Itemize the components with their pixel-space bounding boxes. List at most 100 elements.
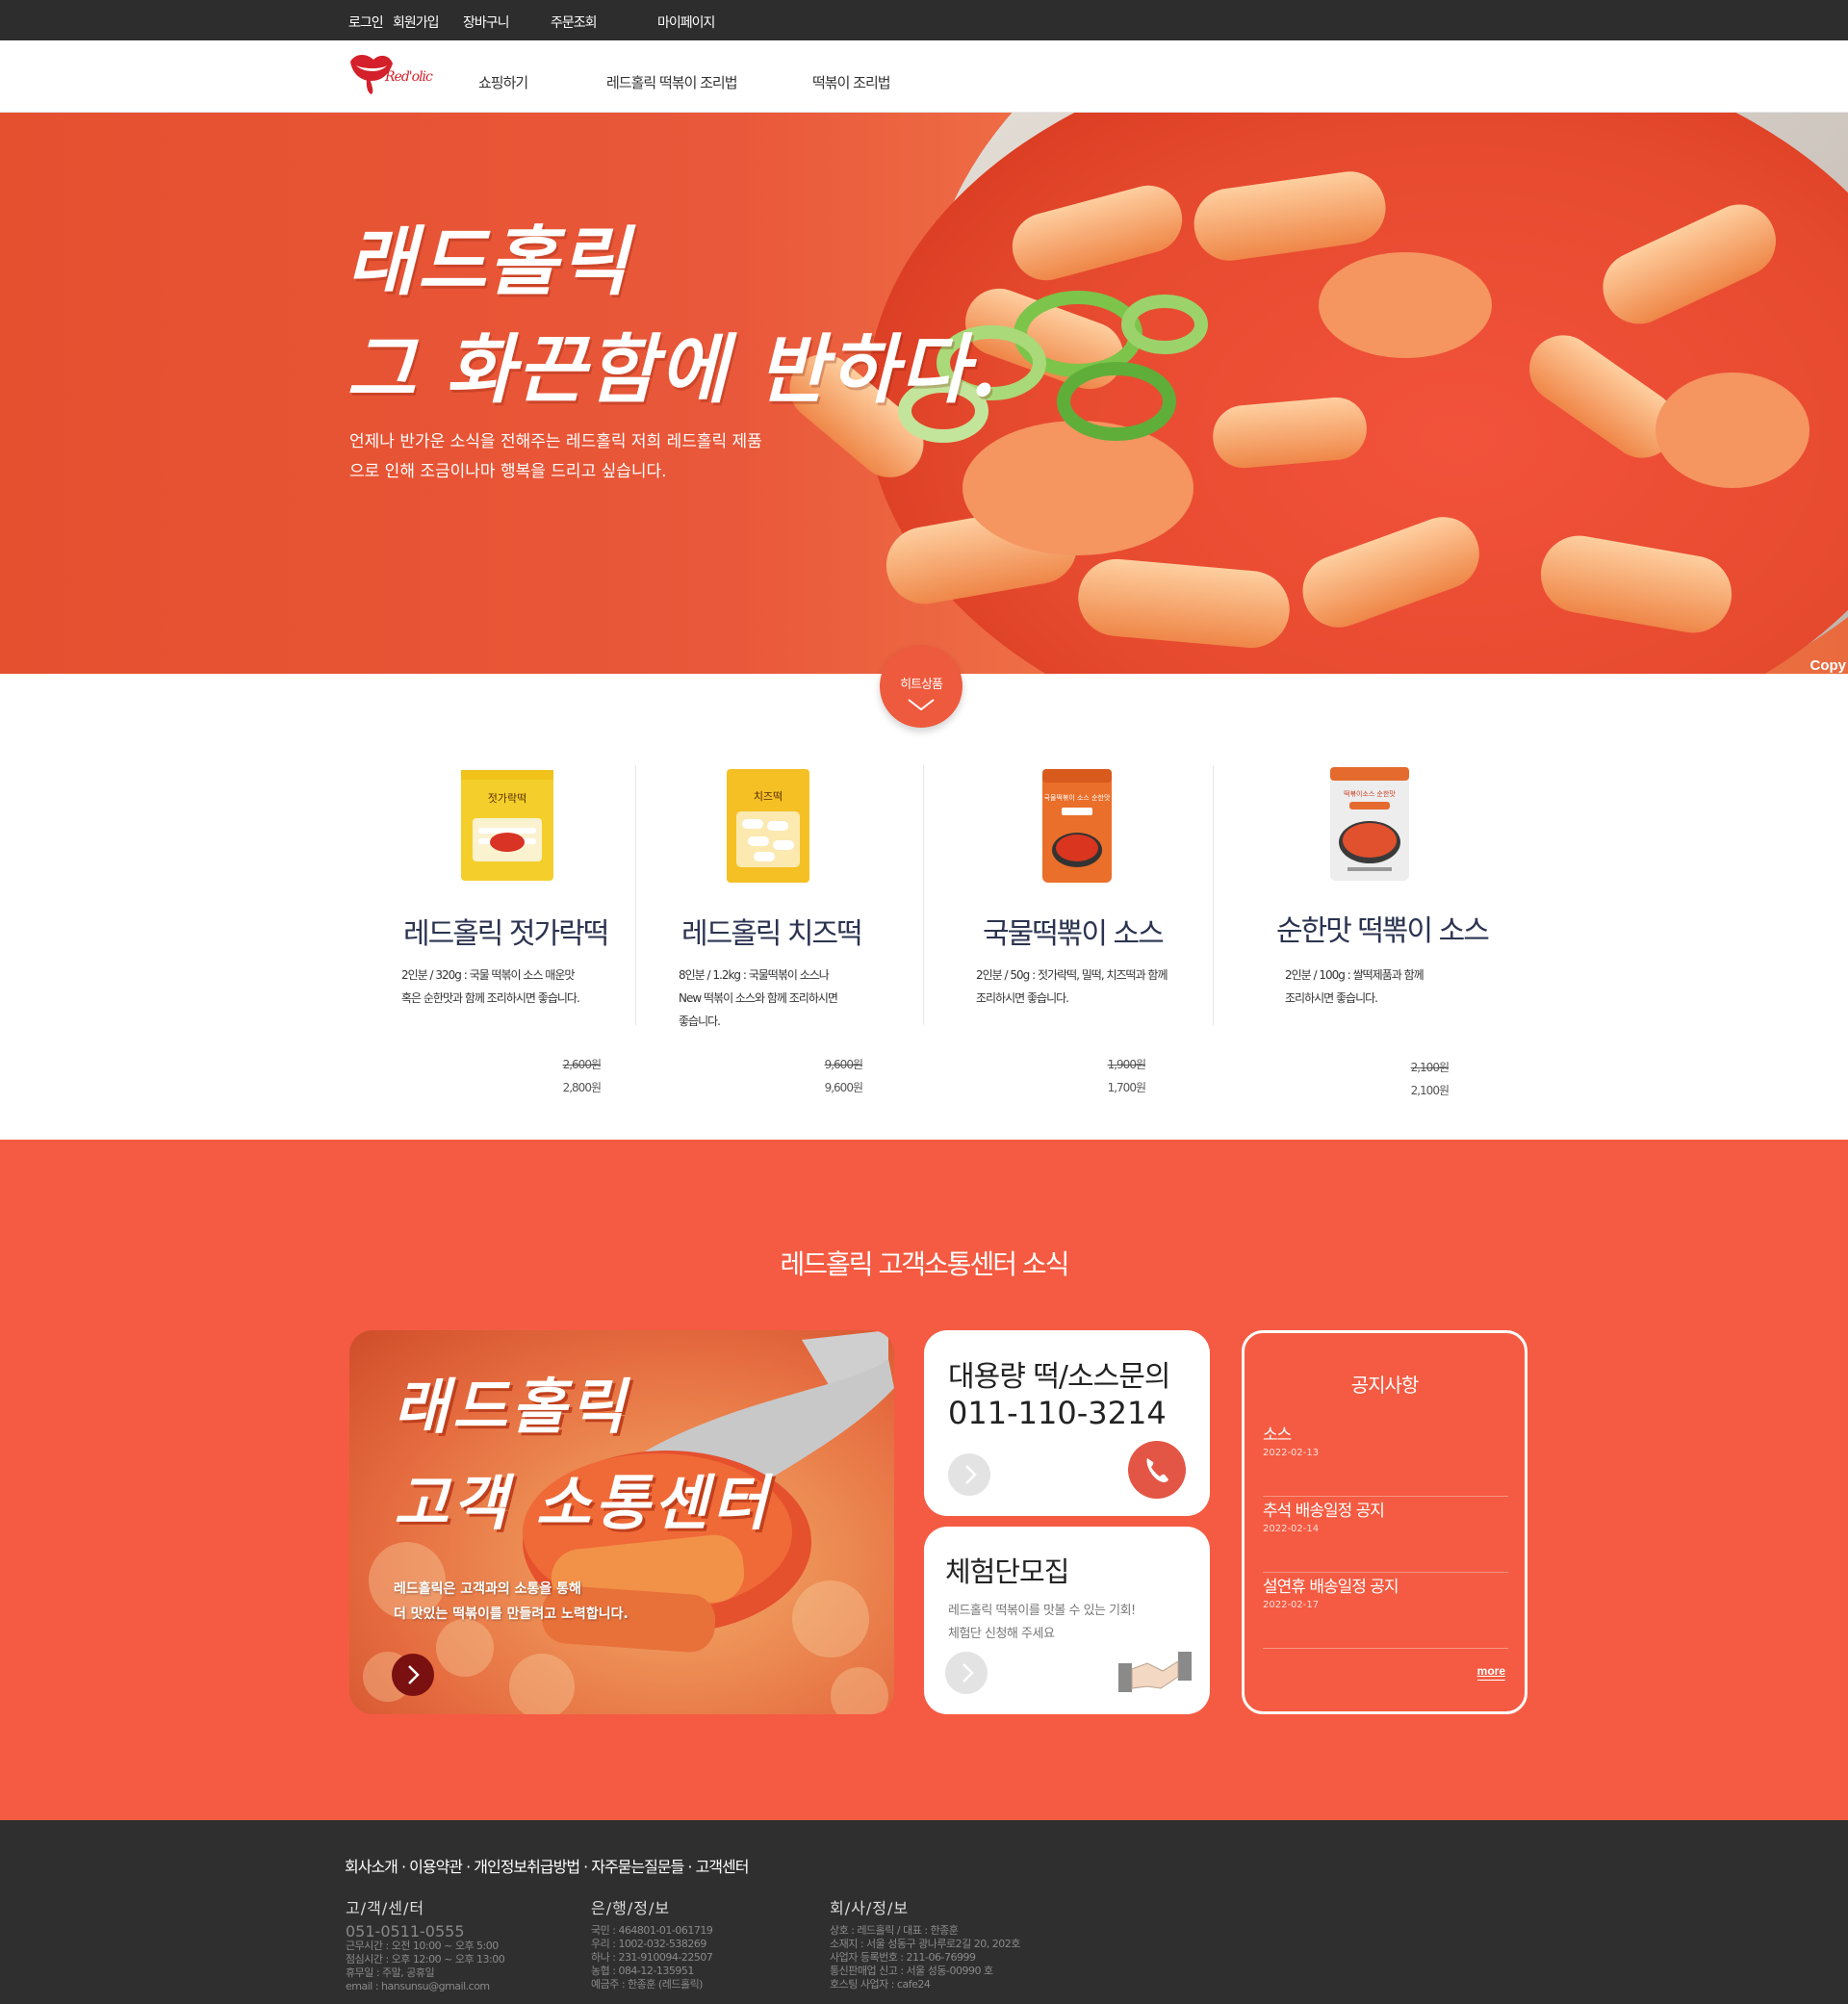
footer-text: email : hansunsu@gmail.com bbox=[346, 1980, 490, 1992]
svg-text:치즈떡: 치즈떡 bbox=[754, 790, 783, 803]
footer-customer-phone: 051-0511-0555 bbox=[346, 1922, 465, 1940]
phone-icon bbox=[1146, 1458, 1168, 1482]
nav-tteokbokki-recipe[interactable]: 떡볶이 조리법 bbox=[812, 72, 891, 92]
product-desc: 2인분 / 100g : 쌀떡제품과 함께 조리하시면 좋습니다. bbox=[1285, 968, 1424, 1005]
footer-bank-title: 은/행/정/보 bbox=[591, 1899, 671, 1917]
notice-item-title[interactable]: 소스 bbox=[1263, 1421, 1292, 1445]
svg-text:국물떡볶이 소스 순한맛: 국물떡볶이 소스 순한맛 bbox=[1044, 793, 1111, 802]
trial-recruit-card[interactable]: 체험단모집 레드홀릭 떡볶이를 맛볼 수 있는 기회! 체험단 신청해 주세요 bbox=[924, 1527, 1210, 1714]
product-card[interactable]: 떡볶이소스 순한맛 순한맛 떡뽂이 소스 2인분 / 100g : 쌀떡제품과 … bbox=[1214, 765, 1522, 1097]
notice-item-date: 2022-02-13 bbox=[1263, 1448, 1320, 1458]
site-footer: 회사소개 · 이용약관 · 개인정보취급방법 · 자주묻는질문들 · 고객센터 … bbox=[0, 1820, 1848, 2004]
svg-text:떡볶이소스 순한맛: 떡볶이소스 순한맛 bbox=[1344, 789, 1396, 798]
product-name[interactable]: 국물떡뽂이 소스 bbox=[983, 910, 1165, 952]
product-card[interactable]: 국물떡볶이 소스 순한맛 국물떡뽂이 소스 2인분 / 50g : 젓가락떡, … bbox=[924, 765, 1214, 1097]
chevron-right-icon bbox=[962, 1663, 974, 1683]
footer-text: 점심시간 : 오후 12:00 ~ 오후 13:00 bbox=[346, 1953, 505, 1965]
customer-center-banner-title: 래드홀릭 고객 소통센터 bbox=[394, 1372, 771, 1538]
logo-text: Red'olic bbox=[384, 69, 433, 85]
trial-arrow-button[interactable] bbox=[945, 1652, 988, 1694]
hero-desc-line-1: 언제나 반가운 소식을 전해주는 레드홀릭 저희 레드홀릭 제품 bbox=[349, 432, 762, 451]
footer-text: 농협 : 084-12-135951 bbox=[591, 1965, 694, 1977]
nav-shopping[interactable]: 쇼핑하기 bbox=[478, 72, 528, 92]
footer-company-info: 회/사/정/보 상호 : 레드홀릭 / 대표 : 한종훈 소재지 : 서울 성동… bbox=[830, 1895, 1020, 1991]
main-nav: Red'olic 쇼핑하기 레드홀릭 떡볶이 조리법 떡볶이 조리법 bbox=[0, 40, 1848, 113]
footer-text: 국민 : 464801-01-061719 bbox=[591, 1924, 713, 1937]
product-desc: 2인분 / 320g : 국물 떡볶이 소스 매운맛 혹은 순한맛과 함께 조리… bbox=[401, 968, 580, 1005]
notice-item[interactable]: 추석 배송일정 공지 2022-02-14 bbox=[1263, 1497, 1508, 1573]
mypage-link[interactable]: 마이페이지 bbox=[657, 13, 715, 32]
hit-badge-label: 히트상품 bbox=[900, 678, 943, 692]
customer-center-banner-desc: 레드홀릭은 고객과의 소통을 통해 더 맛있는 떡볶이를 만들려고 노력합니다. bbox=[394, 1581, 629, 1622]
bulk-inquiry-card[interactable]: 대용량 떡/소스문의 011-110-3214 bbox=[924, 1330, 1210, 1516]
footer-text: 하나 : 231-910094-22507 bbox=[591, 1951, 713, 1964]
product-image-chopstick-tteok: 젓가락떡 bbox=[461, 770, 553, 881]
notice-item-title[interactable]: 추석 배송일정 공지 bbox=[1263, 1497, 1385, 1521]
product-price-original: 1,900원 bbox=[1107, 1058, 1146, 1071]
product-name[interactable]: 순한맛 떡뽂이 소스 bbox=[1276, 907, 1490, 949]
footer-customer-title: 고/객/센/터 bbox=[346, 1899, 425, 1917]
order-lookup-link[interactable]: 주문조회 bbox=[551, 13, 598, 32]
bulk-inquiry-phone: 011-110-3214 bbox=[948, 1395, 1167, 1431]
notice-board: 공지사항 소스 2022-02-13 추석 배송일정 공지 2022-02-14… bbox=[1242, 1330, 1527, 1714]
footer-text: 통신판매업 신고 : 서울 성동-00990 호 bbox=[830, 1965, 993, 1977]
product-price-sale: 9,600원 bbox=[824, 1081, 863, 1094]
product-image-mild-sauce: 떡볶이소스 순한맛 bbox=[1330, 767, 1409, 881]
hero-title: 래드홀릭 그 화끈함에 반하다. bbox=[346, 218, 999, 414]
top-utility-bar: 로그인 회원가입 장바구니 주문조회 마이페이지 bbox=[0, 0, 1848, 40]
product-name[interactable]: 레드홀릭 치즈떡 bbox=[681, 910, 863, 952]
footer-text: 우리 : 1002-032-538269 bbox=[591, 1938, 706, 1950]
bulk-inquiry-title: 대용량 떡/소스문의 bbox=[948, 1360, 1170, 1394]
notice-more-link[interactable]: more bbox=[1476, 1664, 1505, 1681]
notice-item-title[interactable]: 설연휴 배송일정 공지 bbox=[1263, 1573, 1399, 1597]
product-desc: 8인분 / 1.2kg : 국물떡볶이 소스나 New 떡볶이 소스와 함께 조… bbox=[679, 968, 838, 1028]
product-name[interactable]: 레드홀릭 젓가락떡 bbox=[403, 910, 609, 952]
chevron-down-icon bbox=[908, 699, 935, 711]
customer-center-title: 레드홀릭 고객소통센터 소식 bbox=[780, 1248, 1070, 1280]
customer-center-section: 레드홀릭 고객소통센터 소식 래드홀릭 고객 소통센터 레드홀릭은 고객과의 소… bbox=[0, 1140, 1848, 1820]
product-card[interactable]: 치즈떡 레드홀릭 치즈떡 8인분 / 1.2kg : 국물떡볶이 소스나 New… bbox=[636, 765, 924, 1097]
footer-bank-info: 은/행/정/보 국민 : 464801-01-061719 우리 : 1002-… bbox=[591, 1895, 713, 1991]
product-price-sale: 1,700원 bbox=[1107, 1081, 1146, 1094]
banner-arrow-button[interactable] bbox=[392, 1654, 434, 1696]
product-price-original: 2,100원 bbox=[1410, 1061, 1450, 1074]
hero-banner: 래드홀릭 그 화끈함에 반하다. 언제나 반가운 소식을 전해주는 레드홀릭 저… bbox=[0, 113, 1848, 674]
hit-products-badge[interactable]: 히트상품 bbox=[880, 645, 962, 728]
trial-recruit-desc: 레드홀릭 떡볶이를 맛볼 수 있는 기회! 체험단 신청해 주세요 bbox=[948, 1604, 1136, 1641]
notice-title: 공지사항 bbox=[1350, 1374, 1420, 1397]
footer-company-title: 회/사/정/보 bbox=[830, 1899, 910, 1917]
trial-recruit-title: 체험단모집 bbox=[945, 1555, 1069, 1588]
notice-item-date: 2022-02-17 bbox=[1263, 1600, 1320, 1610]
cart-link[interactable]: 장바구니 bbox=[463, 13, 510, 32]
product-image-cheese-tteok: 치즈떡 bbox=[727, 769, 809, 883]
svg-text:젓가락떡: 젓가락떡 bbox=[488, 792, 526, 805]
inquiry-arrow-button[interactable] bbox=[948, 1453, 990, 1496]
footer-text: 예금주 : 한종훈 (레드홀릭) bbox=[591, 1978, 703, 1991]
site-logo[interactable]: Red'olic bbox=[346, 52, 447, 96]
hero-description: 언제나 반가운 소식을 전해주는 레드홀릭 저희 레드홀릭 제품 으로 인해 조… bbox=[349, 427, 792, 487]
product-price-original: 2,600원 bbox=[562, 1058, 602, 1071]
notice-item[interactable]: 설연휴 배송일정 공지 2022-02-17 bbox=[1263, 1573, 1508, 1649]
login-link[interactable]: 로그인 bbox=[348, 13, 384, 32]
product-price-sale: 2,800원 bbox=[562, 1081, 602, 1094]
footer-text: 사업자 등록번호 : 211-06-76999 bbox=[830, 1951, 976, 1964]
watermark-text: Copy bbox=[1810, 657, 1847, 674]
phone-call-button[interactable] bbox=[1128, 1441, 1186, 1499]
lips-logo-icon: Red'olic bbox=[350, 55, 434, 94]
footer-text: 휴무일 : 주말, 공휴일 bbox=[346, 1966, 435, 1979]
footer-links[interactable]: 회사소개 · 이용약관 · 개인정보취급방법 · 자주묻는질문들 · 고객센터 bbox=[345, 1854, 749, 1877]
chevron-right-icon bbox=[965, 1465, 977, 1484]
customer-center-banner[interactable]: 래드홀릭 고객 소통센터 레드홀릭은 고객과의 소통을 통해 더 맛있는 떡볶이… bbox=[349, 1330, 894, 1714]
hero-desc-line-2: 으로 인해 조금이나마 행복을 드리고 싶습니다. bbox=[349, 462, 667, 481]
product-desc: 2인분 / 50g : 젓가락떡, 밀떡, 치즈떡과 함께 조리하시면 좋습니다… bbox=[976, 968, 1168, 1005]
footer-customer-center: 고/객/센/터 051-0511-0555 근무시간 : 오전 10:00 ~ … bbox=[346, 1895, 505, 1993]
notice-item[interactable]: 소스 2022-02-13 bbox=[1263, 1421, 1508, 1497]
notice-item-date: 2022-02-14 bbox=[1263, 1524, 1320, 1534]
chevron-right-icon bbox=[408, 1665, 420, 1684]
handshake-icon bbox=[1118, 1652, 1192, 1692]
nav-redholic-recipe[interactable]: 레드홀릭 떡볶이 조리법 bbox=[606, 72, 738, 92]
footer-text: 호스팅 사업자 : cafe24 bbox=[830, 1978, 931, 1991]
signup-link[interactable]: 회원가입 bbox=[393, 13, 440, 32]
product-card[interactable]: 젓가락떡 레드홀릭 젓가락떡 2인분 / 320g : 국물 떡볶이 소스 매운… bbox=[385, 765, 636, 1097]
footer-text: 소재지 : 서울 성동구 광나루로2길 20, 202호 bbox=[830, 1938, 1020, 1950]
